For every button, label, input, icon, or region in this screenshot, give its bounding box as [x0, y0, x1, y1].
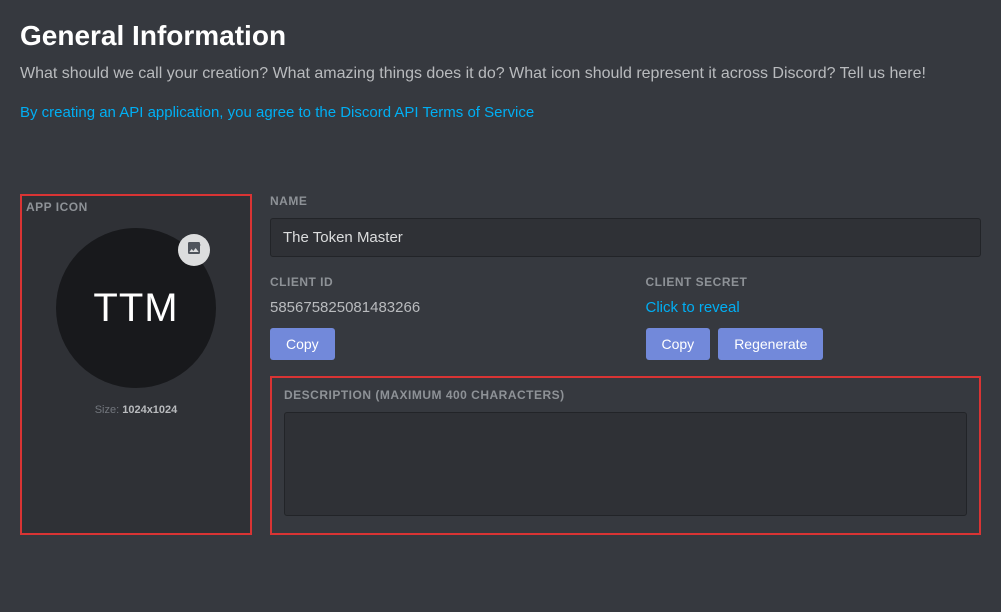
description-panel: DESCRIPTION (MAXIMUM 400 CHARACTERS) [270, 376, 981, 535]
copy-secret-button[interactable]: Copy [646, 328, 711, 360]
page-title: General Information [20, 20, 981, 52]
client-id-value: 585675825081483266 [270, 299, 606, 316]
copy-client-id-button[interactable]: Copy [270, 328, 335, 360]
app-icon-upload[interactable]: TTM [56, 228, 216, 388]
name-label: NAME [270, 194, 981, 208]
description-label: DESCRIPTION (MAXIMUM 400 CHARACTERS) [284, 388, 967, 402]
description-input[interactable] [284, 412, 967, 516]
regenerate-secret-button[interactable]: Regenerate [718, 328, 823, 360]
name-input[interactable] [270, 218, 981, 257]
app-icon-panel: APP ICON TTM Size: 1024x1024 [20, 194, 252, 535]
tos-link[interactable]: By creating an API application, you agre… [20, 104, 534, 121]
client-secret-label: CLIENT SECRET [646, 275, 982, 289]
upload-image-button[interactable] [178, 234, 210, 266]
app-icon-label: APP ICON [26, 200, 240, 214]
app-icon-size: Size: 1024x1024 [32, 404, 240, 416]
client-id-label: CLIENT ID [270, 275, 606, 289]
page-subtitle: What should we call your creation? What … [20, 62, 981, 86]
app-icon-initials: TTM [93, 286, 178, 331]
reveal-secret-link[interactable]: Click to reveal [646, 299, 982, 316]
image-plus-icon [186, 240, 202, 261]
